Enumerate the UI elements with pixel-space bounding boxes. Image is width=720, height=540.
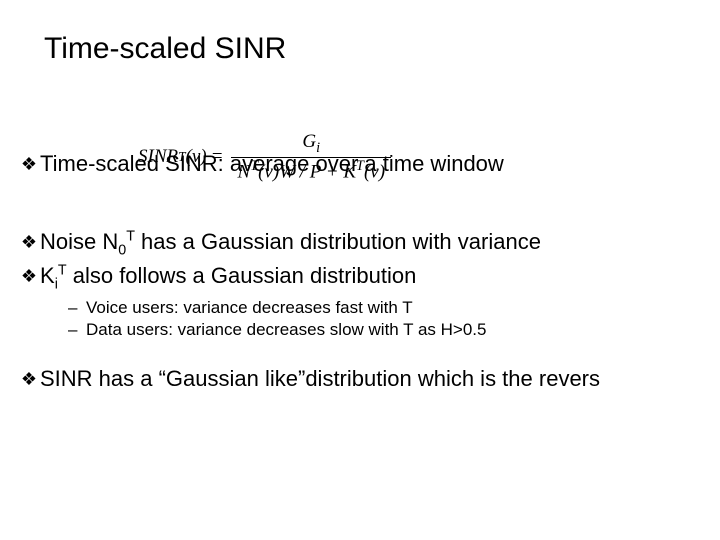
slide-body: ❖ Time-scaled SINR: average over a time …	[18, 150, 720, 395]
bullet-3-text: KiT also follows a Gaussian distribution	[40, 262, 720, 294]
dash-icon: –	[68, 319, 86, 341]
bullet-2-sub: 0	[118, 242, 126, 258]
diamond-icon: ❖	[18, 228, 40, 256]
slide: Time-scaled SINR SINRT(v) = Gi NT(v)W / …	[0, 0, 720, 540]
bullet-3-post: also follows a Gaussian distribution	[67, 263, 417, 288]
slide-title: Time-scaled SINR	[44, 32, 286, 66]
bullet-2-text: Noise N0T has a Gaussian distribution wi…	[40, 228, 720, 260]
bullet-1: ❖ Time-scaled SINR: average over a time …	[18, 150, 720, 178]
bullet-3-sup: T	[58, 263, 67, 279]
subbullet-2: – Data users: variance decreases slow wi…	[68, 319, 720, 341]
diamond-icon: ❖	[18, 365, 40, 393]
bullet-4-text: SINR has a “Gaussian like”distribution w…	[40, 365, 720, 393]
bullet-2-pre: Noise N	[40, 229, 118, 254]
subbullet-1-text: Voice users: variance decreases fast wit…	[86, 297, 413, 319]
dash-icon: –	[68, 297, 86, 319]
spacer	[18, 357, 720, 365]
bullet-2-sup: T	[126, 229, 135, 245]
diamond-icon: ❖	[18, 262, 40, 290]
bullet-2-post: has a Gaussian distribution with varianc…	[135, 229, 541, 254]
bullet-4: ❖ SINR has a “Gaussian like”distribution…	[18, 365, 720, 393]
bullet-2: ❖ Noise N0T has a Gaussian distribution …	[18, 228, 720, 260]
diamond-icon: ❖	[18, 150, 40, 178]
spacer	[18, 341, 720, 349]
bullet-3: ❖ KiT also follows a Gaussian distributi…	[18, 262, 720, 294]
bullet-3-sub: i	[55, 277, 58, 293]
subbullet-1: – Voice users: variance decreases fast w…	[68, 297, 720, 319]
bullet-1-text: Time-scaled SINR: average over a time wi…	[40, 150, 720, 178]
spacer	[18, 349, 720, 357]
subbullet-2-text: Data users: variance decreases slow with…	[86, 319, 486, 341]
bullet-3-pre: K	[40, 263, 55, 288]
formula-num-main: G	[302, 131, 316, 152]
spacer	[18, 180, 720, 228]
